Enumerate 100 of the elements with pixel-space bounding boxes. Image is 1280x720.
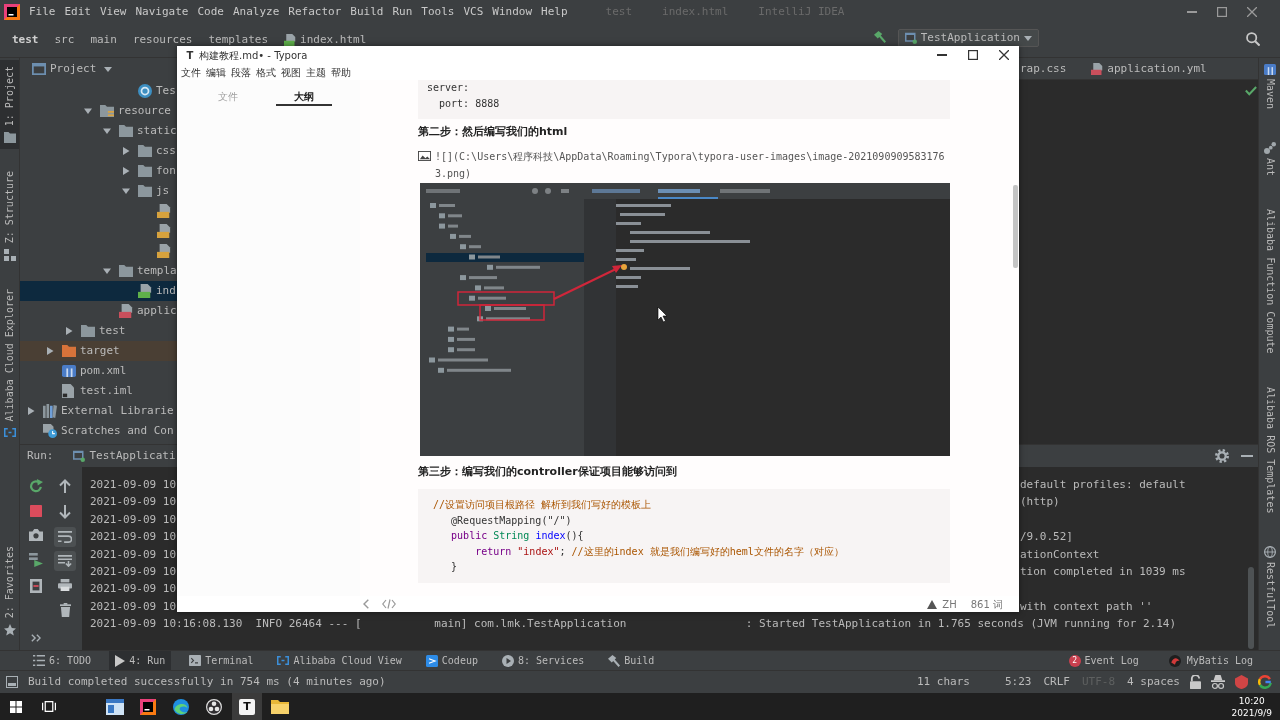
status-item[interactable]: 5:23 bbox=[998, 675, 1038, 689]
tree-item[interactable]: fon bbox=[20, 161, 177, 181]
tool-window-tab[interactable]: Ant bbox=[1263, 142, 1276, 177]
maximize-icon[interactable] bbox=[968, 50, 978, 60]
tool-window-tab[interactable]: Z: Structure bbox=[0, 165, 19, 268]
lock-icon[interactable] bbox=[1190, 675, 1201, 689]
breadcrumb[interactable]: test bbox=[12, 33, 39, 46]
caret-right-icon[interactable] bbox=[122, 147, 130, 155]
status-item[interactable]: CRLF bbox=[1037, 675, 1076, 689]
tool-tab[interactable]: Alibaba Cloud View bbox=[271, 651, 408, 670]
menu-item[interactable]: VCS bbox=[463, 5, 484, 19]
caret-down-icon[interactable] bbox=[84, 107, 92, 115]
status-item[interactable]: 4 spaces bbox=[1121, 675, 1186, 689]
word-count[interactable]: 861 词 bbox=[970, 597, 1003, 611]
menu-item[interactable]: 段落 bbox=[231, 65, 251, 79]
menu-item[interactable]: 编辑 bbox=[206, 65, 226, 79]
caret-right-icon[interactable] bbox=[27, 407, 35, 415]
wrap-icon[interactable] bbox=[54, 527, 76, 547]
menu-item[interactable]: Build bbox=[350, 5, 384, 19]
scrollbar-thumb[interactable] bbox=[1013, 185, 1018, 268]
tree-item[interactable]: static bbox=[20, 121, 177, 141]
tree-item[interactable]: pom.xml bbox=[20, 361, 177, 381]
log-tab[interactable]: MyBatis Log bbox=[1162, 653, 1259, 668]
status-item[interactable]: 11 chars bbox=[910, 675, 976, 689]
menu-item[interactable]: Window bbox=[492, 5, 533, 19]
tree-item[interactable]: target bbox=[20, 341, 177, 361]
rerun-icon[interactable] bbox=[29, 479, 43, 493]
caret-right-icon[interactable] bbox=[46, 347, 54, 355]
check-icon[interactable] bbox=[1245, 86, 1257, 96]
event-log-tab[interactable]: 2 Event Log bbox=[1062, 653, 1145, 668]
arrow-down-icon[interactable] bbox=[59, 505, 71, 519]
caret-right-icon[interactable] bbox=[122, 167, 130, 175]
breadcrumb[interactable]: resources bbox=[132, 33, 193, 46]
caret-right-icon[interactable] bbox=[65, 327, 73, 335]
menu-item[interactable]: 文件 bbox=[181, 65, 201, 79]
view-dropdown[interactable]: Project bbox=[50, 62, 113, 76]
settings-icon[interactable] bbox=[1215, 449, 1229, 463]
menu-item[interactable]: Run bbox=[392, 5, 413, 19]
menu-item[interactable]: Refactor bbox=[288, 5, 342, 19]
arrow-icon[interactable] bbox=[29, 553, 43, 567]
tree-item[interactable]: Tes bbox=[20, 81, 177, 101]
tool-window-tab[interactable]: Maven bbox=[1263, 64, 1276, 110]
menu-item[interactable]: Edit bbox=[64, 5, 91, 19]
menu-item[interactable]: Navigate bbox=[135, 5, 189, 19]
menu-item[interactable]: Help bbox=[541, 5, 568, 19]
trash-icon[interactable] bbox=[59, 603, 71, 617]
taskbar-button[interactable]: T bbox=[232, 693, 262, 720]
menu-item[interactable]: Tools bbox=[421, 5, 455, 19]
tree-item[interactable]: External Librarie bbox=[20, 401, 177, 421]
tool-window-tab[interactable]: Alibaba Cloud Explorer bbox=[0, 283, 19, 443]
tree-item[interactable]: applic bbox=[20, 301, 177, 321]
tool-tab[interactable]: Terminal bbox=[183, 651, 260, 670]
breadcrumb[interactable]: main bbox=[90, 33, 117, 46]
code-icon[interactable] bbox=[382, 599, 396, 609]
breadcrumb[interactable]: index.html bbox=[284, 33, 367, 46]
tool-tab[interactable]: Build bbox=[602, 651, 661, 670]
editor-tab[interactable]: rap.css bbox=[1020, 58, 1073, 79]
tree-item[interactable]: ind bbox=[20, 281, 177, 301]
tree-item[interactable]: css bbox=[20, 141, 177, 161]
square-icon[interactable] bbox=[6, 676, 18, 688]
caret-down-icon[interactable] bbox=[122, 187, 130, 195]
tool-tab[interactable]: 8: Services bbox=[495, 651, 591, 670]
tool-window-tab[interactable]: 2: Favorites bbox=[0, 539, 19, 642]
breadcrumb[interactable]: templates bbox=[208, 33, 269, 46]
run-config-dropdown[interactable]: TestApplication bbox=[897, 29, 1039, 47]
start-icon[interactable] bbox=[10, 700, 22, 713]
menu-item[interactable]: View bbox=[100, 5, 127, 19]
hammer-icon[interactable] bbox=[873, 31, 886, 43]
tool-tab[interactable]: 6: TODO bbox=[27, 651, 98, 670]
camera-icon[interactable] bbox=[29, 529, 43, 541]
tree-item[interactable]: resource bbox=[20, 101, 177, 121]
caret-down-icon[interactable] bbox=[103, 267, 111, 275]
menu-item[interactable]: 帮助 bbox=[331, 65, 351, 79]
tool-window-tab[interactable]: 1: Project bbox=[0, 60, 19, 150]
tool-window-tab[interactable]: RestfulTool bbox=[1263, 546, 1276, 629]
menu-item[interactable]: Analyze bbox=[233, 5, 280, 19]
tree-item[interactable]: Scratches and Con bbox=[20, 421, 177, 441]
chevron-left-icon[interactable] bbox=[363, 599, 369, 609]
frame-icon[interactable] bbox=[30, 579, 42, 593]
scroll-end-icon[interactable] bbox=[54, 551, 76, 571]
run-tab[interactable]: TestApplicati bbox=[72, 449, 176, 463]
menu-item[interactable]: 主题 bbox=[306, 65, 326, 79]
menu-item[interactable]: Code bbox=[197, 5, 224, 19]
menu-item[interactable]: 格式 bbox=[256, 65, 276, 79]
task-view-icon[interactable] bbox=[42, 701, 56, 712]
tree-item[interactable]: test.iml bbox=[20, 381, 177, 401]
printer-icon[interactable] bbox=[58, 579, 72, 591]
scrollbar-thumb[interactable] bbox=[1248, 567, 1254, 649]
menu-item[interactable]: 视图 bbox=[281, 65, 301, 79]
caret-down-icon[interactable] bbox=[103, 127, 111, 135]
tree-item[interactable]: templa bbox=[20, 261, 177, 281]
tool-tab[interactable]: Codeup bbox=[419, 651, 484, 670]
breadcrumb[interactable]: src bbox=[54, 33, 75, 46]
tree-item[interactable]: js bbox=[20, 181, 177, 201]
editor-tab[interactable]: application.yml bbox=[1091, 58, 1213, 79]
tree-item[interactable]: test bbox=[20, 321, 177, 341]
hat-icon[interactable] bbox=[1211, 675, 1225, 689]
tool-window-tab[interactable]: Alibaba ROS Templates bbox=[1263, 386, 1276, 514]
tool-tab[interactable]: 4: Run bbox=[109, 651, 172, 670]
close-icon[interactable] bbox=[999, 50, 1009, 60]
